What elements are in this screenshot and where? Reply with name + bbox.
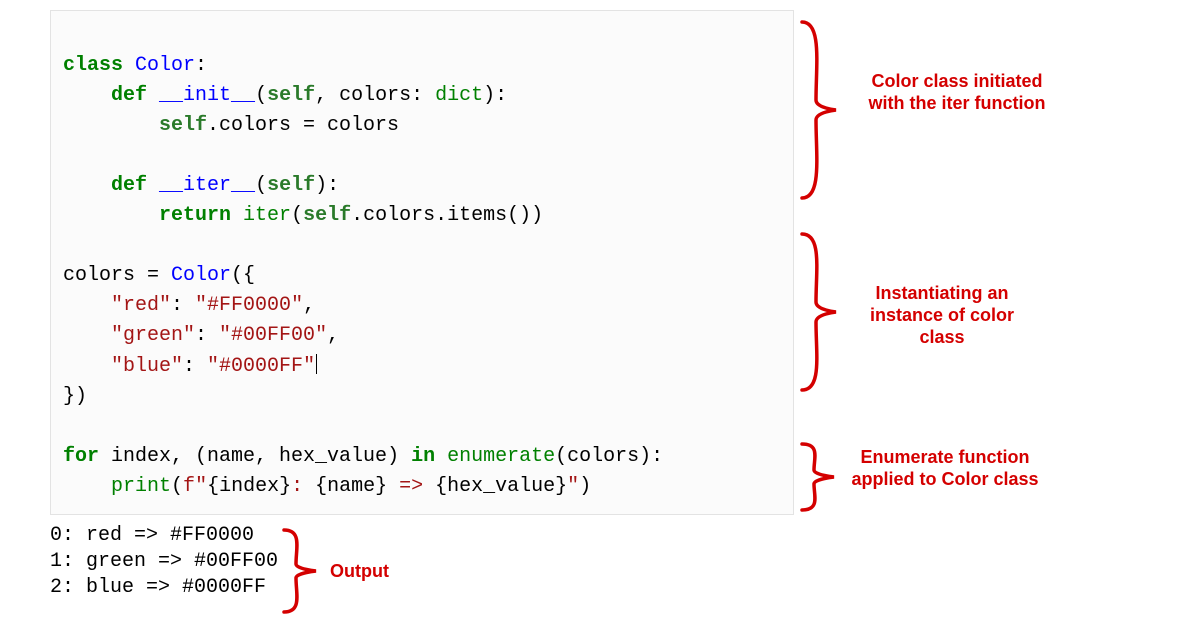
text-cursor-icon: [316, 354, 317, 374]
builtin-enumerate: enumerate: [447, 445, 555, 468]
builtin-print: print: [111, 475, 171, 498]
fn-init: __init__: [159, 84, 255, 107]
kw-in: in: [411, 445, 435, 468]
annotation-text: Instantiating an instance of color class: [852, 282, 1032, 348]
output-block: 0: red => #FF0000 1: green => #00FF00 2:…: [50, 523, 1150, 601]
annotation-text: Output: [330, 560, 410, 582]
code-block: class Color: def __init__(self, colors: …: [50, 10, 794, 515]
brace-icon: [798, 442, 838, 512]
output-line: 2: blue => #0000FF: [50, 576, 266, 599]
output-line: 0: red => #FF0000: [50, 524, 254, 547]
class-name: Color: [135, 54, 195, 77]
annotation-text: Color class initiated with the iter func…: [852, 70, 1062, 114]
kw-def: def: [111, 84, 147, 107]
kw-return: return: [159, 204, 231, 227]
kw-for: for: [63, 445, 99, 468]
kw-class: class: [63, 54, 123, 77]
builtin-iter: iter: [243, 204, 291, 227]
kw-def: def: [111, 174, 147, 197]
fn-iter: __iter__: [159, 174, 255, 197]
figure: class Color: def __init__(self, colors: …: [50, 10, 1150, 601]
brace-icon: [798, 232, 838, 392]
brace-icon: [798, 20, 838, 200]
brace-icon: [280, 528, 320, 614]
annotation-text: Enumerate function applied to Color clas…: [850, 446, 1040, 490]
output-line: 1: green => #00FF00: [50, 550, 278, 573]
